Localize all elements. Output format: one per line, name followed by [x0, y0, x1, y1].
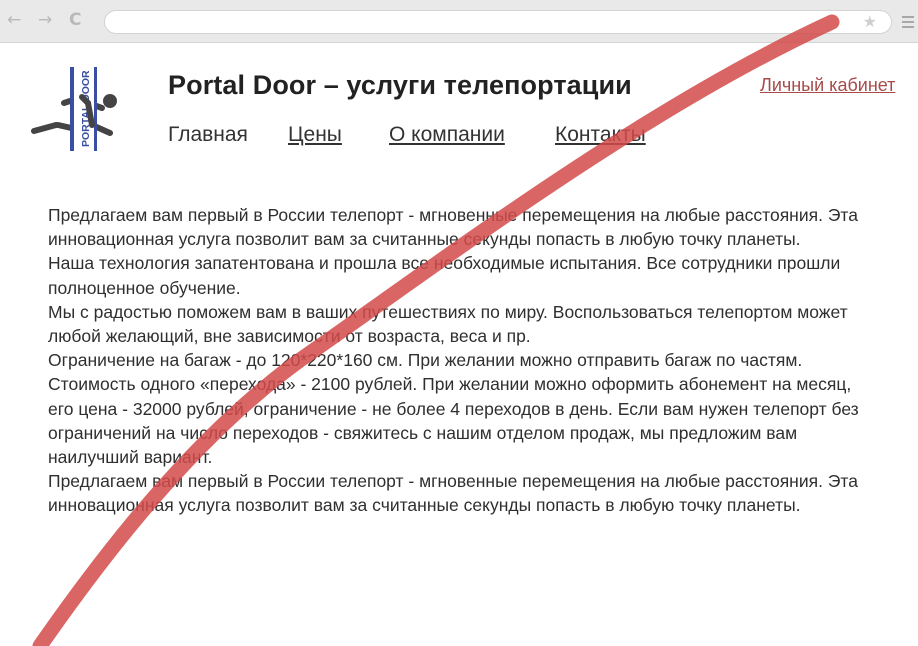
content-paragraph: Предлагаем вам первый в России телепорт … — [48, 471, 858, 516]
site-title: Portal Door – услуги телепортации — [168, 70, 632, 100]
nav-item-home[interactable]: Главная — [168, 123, 248, 147]
browser-window: ← → C ★ PORTAL DOOR Portal Door – услуги… — [0, 0, 918, 646]
browser-menu-icon[interactable] — [902, 16, 914, 31]
reload-icon[interactable]: C — [69, 10, 81, 30]
web-page: PORTAL DOOR Portal Door – услуги телепор… — [4, 43, 918, 646]
forward-icon[interactable]: → — [38, 10, 52, 30]
nav-item-about[interactable]: О компании — [389, 123, 505, 147]
account-link[interactable]: Личный кабинет — [760, 75, 895, 96]
browser-toolbar: ← → C ★ — [0, 0, 918, 43]
nav-item-prices[interactable]: Цены — [288, 123, 342, 147]
content-paragraph: Мы с радостью поможем вам в ваших путеше… — [48, 301, 848, 347]
main-content: Предлагаем вам первый в России телепорт … — [48, 203, 868, 518]
address-bar[interactable]: ★ — [104, 10, 892, 34]
content-paragraph: Наша технология запатентована и прошла в… — [48, 253, 841, 298]
nav-item-contacts[interactable]: Контакты — [555, 123, 646, 147]
content-paragraph: Стоимость одного «перехода» - 2100 рубле… — [48, 374, 859, 468]
bookmark-star-icon[interactable]: ★ — [863, 12, 877, 31]
back-icon[interactable]: ← — [7, 10, 21, 30]
content-paragraph: Ограничение на багаж - до 120*220*160 см… — [48, 350, 803, 371]
portal-door-logo: PORTAL DOOR — [31, 67, 117, 151]
content-paragraph: Предлагаем вам первый в России телепорт … — [48, 205, 858, 250]
